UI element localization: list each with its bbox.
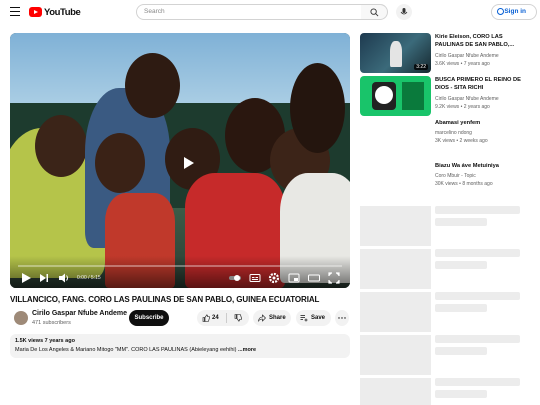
channel-avatar[interactable] [14, 311, 28, 325]
loading-placeholder [360, 206, 532, 246]
share-icon [258, 314, 266, 322]
autoplay-toggle[interactable] [229, 271, 241, 283]
recommendation-item[interactable]: 3:22 Kirie Eleison, CORO LAS PAULINAS DE… [360, 33, 532, 77]
theater-icon [308, 274, 320, 282]
like-dislike-group: 24 [197, 310, 249, 326]
recommendation-stats: 30K views • 8 months ago [435, 181, 493, 187]
mute-button[interactable] [58, 271, 70, 283]
next-button[interactable] [38, 271, 50, 283]
video-frame [10, 33, 350, 288]
subtitles-icon [249, 274, 261, 282]
recommendation-channel[interactable]: Cirilo Gaspar Nfube Andeme [435, 96, 499, 102]
save-label: Save [311, 315, 326, 321]
subscribe-button[interactable]: Subscribe [129, 310, 169, 326]
gear-icon [268, 272, 280, 284]
volume-icon [59, 273, 68, 283]
youtube-play-icon [29, 7, 42, 17]
more-actions-button[interactable] [335, 310, 349, 326]
recommendation-thumbnail[interactable] [360, 76, 431, 116]
recommendation-title[interactable]: Kirie Eleison, CORO LAS PAULINAS DE SAN … [435, 33, 530, 49]
recommendation-thumbnail[interactable] [360, 119, 431, 159]
recommendation-stats: 3K views • 2 weeks ago [435, 138, 488, 144]
play-icon [22, 273, 31, 283]
miniplayer-icon [288, 273, 300, 283]
description-text: Maria De Los Angeles & Mariano Mitogo "M… [15, 347, 237, 353]
loading-placeholder [360, 378, 532, 405]
more-horizontal-icon [338, 317, 346, 319]
channel-name[interactable]: Cirilo Gaspar Nfube Andeme [32, 310, 127, 317]
loading-placeholder [360, 292, 532, 332]
recommendation-thumbnail[interactable]: 3:22 [360, 33, 431, 73]
masthead: YouTube Search Sign in [0, 0, 540, 26]
recommendation-title[interactable]: BUSCA PRIMERO EL REINO DE DIOS - SITA RI… [435, 76, 530, 92]
progress-bar[interactable] [18, 265, 342, 267]
thumbs-up-icon[interactable] [202, 314, 210, 322]
search-button[interactable] [361, 4, 388, 20]
recommendation-item[interactable]: BUSCA PRIMERO EL REINO DE DIOS - SITA RI… [360, 76, 532, 120]
microphone-icon [400, 7, 408, 14]
search-icon [370, 8, 379, 17]
recommendation-title[interactable]: Abamasi yenfem [435, 119, 530, 127]
save-button[interactable]: Save [296, 310, 331, 326]
youtube-logo[interactable]: YouTube [29, 5, 81, 19]
recommendation-title[interactable]: Biazu Wa áve Metuiniya [435, 162, 530, 170]
miniplayer-button[interactable] [288, 271, 300, 283]
subtitles-button[interactable] [249, 271, 261, 283]
subscriber-count: 471 subscribers [32, 320, 71, 326]
like-divider [226, 313, 227, 323]
recommendation-channel[interactable]: Coro Mbuir - Topic [435, 173, 476, 179]
share-label: Share [269, 315, 286, 321]
autoplay-toggle-icon [229, 275, 241, 281]
view-count-date: 1.5K views 7 years ago [15, 338, 75, 344]
recommendation-thumbnail[interactable] [360, 162, 431, 202]
share-button[interactable]: Share [253, 310, 291, 326]
play-overlay-icon[interactable] [181, 156, 195, 170]
recommendation-channel[interactable]: marcelino ndong [435, 130, 472, 136]
loading-placeholder [360, 335, 532, 375]
voice-search-button[interactable] [396, 4, 412, 20]
like-count[interactable]: 24 [212, 310, 219, 326]
fullscreen-icon [328, 272, 340, 284]
play-button[interactable] [20, 271, 32, 283]
recommendation-stats: 3.6K views • 7 years ago [435, 61, 490, 67]
thumbs-down-icon[interactable] [234, 314, 242, 322]
description-more-link[interactable]: ...more [238, 347, 256, 353]
time-total: 5:15 [90, 275, 101, 281]
recommendation-stats: 9.2K views • 2 years ago [435, 104, 490, 110]
fullscreen-button[interactable] [328, 271, 340, 284]
theater-mode-button[interactable] [308, 271, 320, 283]
logo-text: YouTube [44, 6, 81, 18]
time-display: 0:00 / 5:15 [77, 275, 101, 281]
video-title: VILLANCICO, FANG. CORO LAS PAULINAS DE S… [10, 295, 320, 304]
time-current: 0:00 [77, 275, 87, 281]
save-playlist-icon [300, 315, 308, 322]
loading-placeholder [360, 249, 532, 289]
recommendation-item[interactable]: Biazu Wa áve Metuiniya Coro Mbuir - Topi… [360, 162, 532, 206]
description-snippet: Maria De Los Angeles & Mariano Mitogo "M… [15, 347, 256, 353]
recommendation-channel[interactable]: Cirilo Gaspar Nfube Andeme [435, 53, 499, 59]
settings-button[interactable] [268, 271, 280, 284]
video-duration: 3:22 [414, 64, 428, 70]
account-icon [497, 8, 504, 15]
search-input[interactable]: Search [136, 4, 362, 20]
skip-next-icon [40, 274, 48, 282]
video-player[interactable]: 0:00 / 5:15 [10, 33, 350, 288]
menu-icon[interactable] [10, 7, 20, 16]
recommendation-item[interactable]: Abamasi yenfem marcelino ndong 3K views … [360, 119, 532, 163]
description-box[interactable]: 1.5K views 7 years ago Maria De Los Ange… [10, 334, 350, 358]
